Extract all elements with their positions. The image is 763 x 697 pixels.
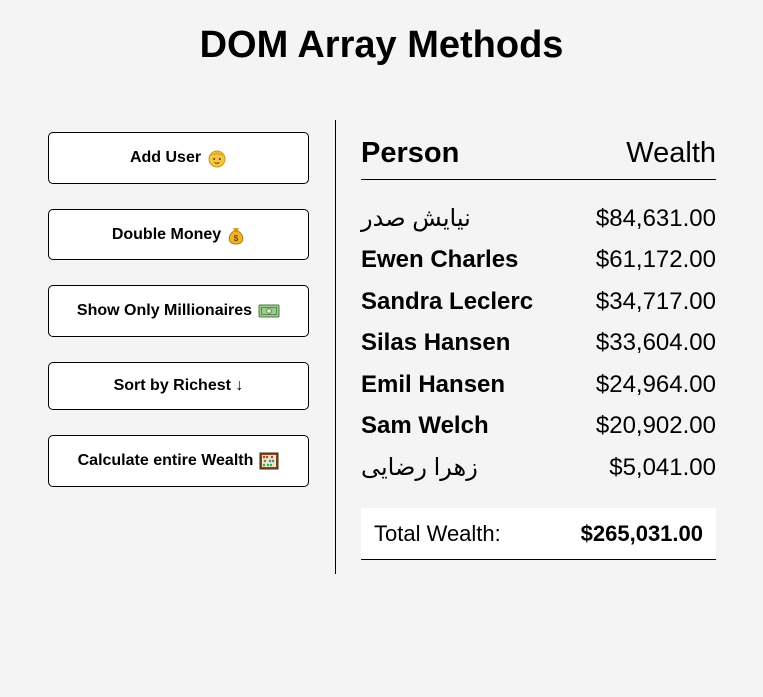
person-wealth: $24,964.00 xyxy=(595,370,716,398)
calculate-wealth-label: Calculate entire Wealth xyxy=(77,452,254,469)
banknote-icon xyxy=(258,303,280,319)
show-millionaires-button[interactable]: Show Only Millionaires xyxy=(48,285,309,337)
person-name: زهرا رضایی xyxy=(361,454,478,482)
page-title: DOM Array Methods xyxy=(199,24,564,66)
table-row: نیایش صدر $84,631.00 xyxy=(361,198,716,240)
person-name: نیایش صدر xyxy=(361,205,471,233)
double-money-label: Double Money xyxy=(111,225,222,243)
vertical-divider xyxy=(335,120,336,574)
sort-by-richest-button[interactable]: Sort by Richest ↓ xyxy=(48,362,309,410)
person-list: نیایش صدر $84,631.00 Ewen Charles $61,17… xyxy=(361,198,716,489)
person-name: Ewen Charles xyxy=(361,246,519,274)
person-emoji-icon xyxy=(207,148,227,168)
add-user-button[interactable]: Add User xyxy=(48,132,309,184)
person-wealth: $20,902.00 xyxy=(595,412,716,440)
double-money-button[interactable]: Double Money $ xyxy=(48,209,309,260)
total-wealth-label: Total Wealth: xyxy=(374,520,501,546)
calculate-wealth-button[interactable]: Calculate entire Wealth xyxy=(48,435,309,487)
person-name: Sandra Leclerc xyxy=(361,287,534,315)
person-wealth: $34,717.00 xyxy=(595,287,716,315)
person-wealth: $5,041.00 xyxy=(609,453,716,481)
person-name: Emil Hansen xyxy=(361,370,506,398)
money-bag-icon: $ xyxy=(227,225,245,245)
person-wealth: $61,172.00 xyxy=(595,246,716,274)
sort-by-richest-label: Sort by Richest ↓ xyxy=(113,377,244,394)
add-user-label: Add User xyxy=(129,149,202,166)
person-wealth: $84,631.00 xyxy=(595,204,716,232)
person-name: Silas Hansen xyxy=(361,329,511,357)
show-millionaires-label: Show Only Millionaires xyxy=(76,302,253,319)
person-wealth: $33,604.00 xyxy=(595,329,716,357)
table-row: Sandra Leclerc $34,717.00 xyxy=(361,281,716,323)
table-header: Person Wealth xyxy=(361,128,716,180)
table-row: Ewen Charles $61,172.00 xyxy=(361,240,716,282)
table-row: زهرا رضایی $5,041.00 xyxy=(361,447,716,489)
total-wealth-box: Total Wealth: $265,031.00 xyxy=(361,508,716,560)
person-column-header: Person xyxy=(361,137,460,169)
svg-text:$: $ xyxy=(234,234,239,243)
abacus-icon xyxy=(259,452,279,470)
table-row: Silas Hansen $33,604.00 xyxy=(361,323,716,365)
total-wealth-value: $265,031.00 xyxy=(580,520,703,546)
table-row: Sam Welch $20,902.00 xyxy=(361,406,716,448)
wealth-column-header: Wealth xyxy=(626,137,716,169)
table-row: Emil Hansen $24,964.00 xyxy=(361,364,716,406)
person-name: Sam Welch xyxy=(361,412,489,440)
